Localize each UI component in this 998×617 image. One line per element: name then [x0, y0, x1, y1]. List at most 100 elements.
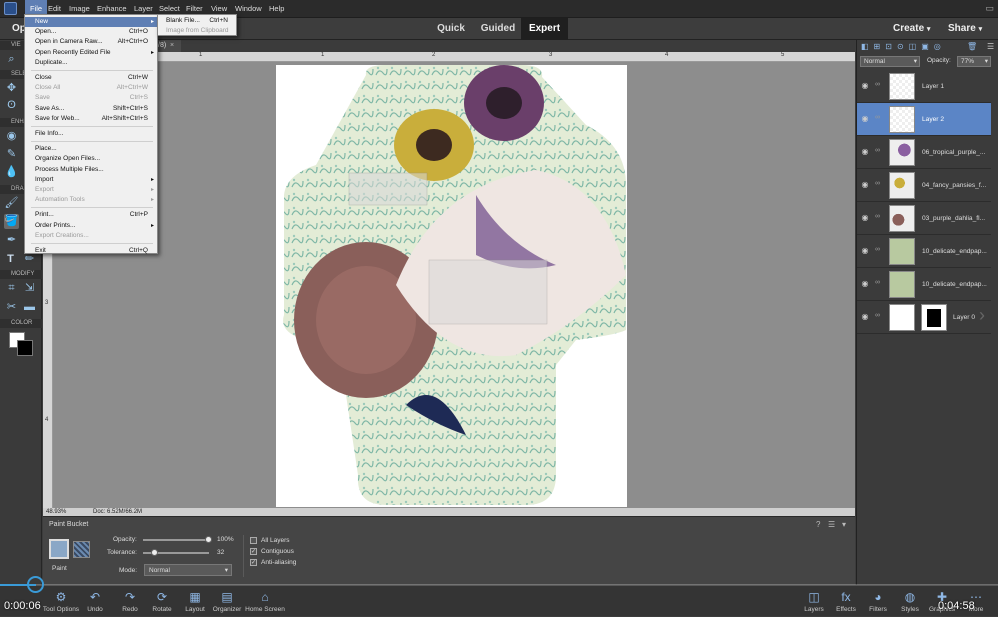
layer-row[interactable]: ◉ ∞ Layer 0	[857, 301, 991, 334]
pattern-fill-option[interactable]	[73, 541, 90, 558]
menu-separator	[31, 141, 153, 143]
link-icon[interactable]: ∞	[875, 213, 880, 220]
eye-tool-icon[interactable]: ◉	[4, 129, 19, 144]
link-icon[interactable]: ∞	[875, 114, 880, 121]
anti-aliasing-checkbox[interactable]: ✓	[250, 559, 257, 566]
file-menu-item[interactable]: Organize Open Files...	[25, 154, 157, 164]
help-icon[interactable]: ?	[816, 520, 820, 529]
content-move-tool-icon[interactable]: ▬	[22, 300, 37, 315]
link-icon[interactable]: ∞	[875, 246, 880, 253]
layer-row[interactable]: ◉ ∞ 03_purple_dahlia_fl...	[857, 202, 991, 235]
window-controls-icon[interactable]: ▭	[985, 3, 994, 14]
eyedropper-tool-icon[interactable]: ✒	[4, 233, 19, 248]
mode-quick[interactable]: Quick	[432, 18, 470, 40]
type-tool-icon[interactable]: T	[3, 252, 18, 267]
file-menu-item[interactable]: Print... Ctrl+P	[25, 210, 157, 220]
zoom-level[interactable]: 48.93%	[46, 508, 66, 516]
layer-row[interactable]: ◉ ∞ 04_fancy_pansies_f...	[857, 169, 991, 202]
visibility-eye-icon[interactable]: ◉	[860, 312, 870, 322]
zoom-tool-icon[interactable]: ⌕	[4, 52, 19, 67]
background-color-swatch[interactable]	[17, 340, 33, 356]
crop-tool-icon[interactable]: ⌗	[4, 281, 19, 296]
video-progress-track[interactable]	[0, 584, 998, 586]
all-layers-checkbox[interactable]	[250, 537, 257, 544]
layer-opacity-field[interactable]: 77% ▾	[957, 56, 991, 67]
file-menu-item[interactable]: Order Prints... ▸	[25, 221, 157, 231]
share-button[interactable]: Share ▾	[948, 18, 982, 40]
layer-row[interactable]: ◉ ∞ Layer 1	[857, 70, 991, 103]
tool-name: Paint Bucket	[49, 521, 89, 528]
layer-name: 03_purple_dahlia_fl...	[922, 215, 986, 222]
file-menu-item[interactable]: Exit Ctrl+Q	[25, 246, 157, 256]
panel-menu-icon[interactable]: ☰	[987, 42, 994, 51]
move-tool-icon[interactable]: ✥	[4, 81, 19, 96]
file-menu-item[interactable]: Process Multiple Files...	[25, 165, 157, 175]
link-icon[interactable]: ∞	[875, 279, 880, 286]
blend-mode-select[interactable]: Normal ▾	[860, 56, 920, 67]
organizer-button[interactable]: ▤ Organizer	[207, 586, 247, 617]
menu-item-label: Export Creations...	[35, 231, 89, 239]
new-submenu-item[interactable]: Blank File... Ctrl+N	[158, 16, 236, 26]
document-tab[interactable]: /8)	[155, 40, 181, 52]
mode-select[interactable]: Normal ▾	[144, 564, 232, 576]
visibility-eye-icon[interactable]: ◉	[860, 246, 870, 256]
contiguous-checkbox[interactable]: ✓	[250, 548, 257, 555]
visibility-eye-icon[interactable]: ◉	[860, 180, 870, 190]
layer-row[interactable]: ◉ ∞ Layer 2	[857, 103, 991, 136]
chevron-right-icon[interactable]: ›	[979, 305, 985, 326]
file-menu-item[interactable]: New ▸	[25, 17, 157, 27]
opacity-slider[interactable]	[143, 536, 212, 543]
tolerance-slider-knob[interactable]	[151, 549, 159, 556]
link-icon[interactable]: ∞	[875, 312, 880, 319]
file-menu-item[interactable]: Close Ctrl+W	[25, 73, 157, 83]
document-canvas[interactable]	[276, 65, 627, 507]
paint-bucket-tool-icon[interactable]: 🪣	[4, 214, 19, 229]
file-menu-item[interactable]: Import ▸	[25, 175, 157, 185]
straighten-tool-icon[interactable]: ✂	[4, 300, 19, 315]
link-icon[interactable]: ∞	[875, 180, 880, 187]
link-icon[interactable]: ∞	[875, 81, 880, 88]
file-menu-item[interactable]: Open in Camera Raw... Alt+Ctrl+O	[25, 37, 157, 47]
visibility-eye-icon[interactable]: ◉	[860, 147, 870, 157]
file-menu-item[interactable]: Duplicate...	[25, 58, 157, 68]
tolerance-slider[interactable]	[143, 549, 209, 556]
file-menu-item[interactable]: Save As... Shift+Ctrl+S	[25, 104, 157, 114]
mode-guided[interactable]: Guided	[477, 18, 519, 40]
file-menu-item[interactable]: Open... Ctrl+O	[25, 27, 157, 37]
paint-fill-option[interactable]	[49, 539, 69, 559]
layer-row[interactable]: ◉ ∞ 10_delicate_endpap...	[857, 235, 991, 268]
canvas-area[interactable]	[53, 62, 855, 508]
layer-row[interactable]: ◉ ∞ 10_delicate_endpap...	[857, 268, 991, 301]
lasso-tool-icon[interactable]: ʘ	[4, 98, 19, 113]
home-screen-button[interactable]: ⌂ Home Screen	[243, 586, 287, 617]
video-scrub-handle[interactable]	[27, 576, 44, 593]
app-logo-icon[interactable]	[4, 2, 17, 15]
opacity-slider-knob[interactable]	[205, 536, 212, 543]
link-icon[interactable]: ∞	[875, 147, 880, 154]
layout-label: Layout	[185, 606, 205, 613]
menu-help[interactable]: Help	[264, 0, 289, 18]
share-label: Share	[948, 23, 976, 34]
file-menu-item[interactable]: Open Recently Edited File ▸	[25, 48, 157, 58]
file-menu-item[interactable]: File Info...	[25, 129, 157, 139]
undo-button[interactable]: ↶ Undo	[75, 586, 115, 617]
layer-mask-thumbnail[interactable]	[921, 304, 947, 331]
mode-expert[interactable]: Expert	[521, 18, 568, 40]
collapse-icon[interactable]: ▾	[842, 520, 846, 529]
create-button[interactable]: Create ▾	[893, 18, 930, 40]
layer-action-icons[interactable]: ◧⊞⊡⊙◫▣◎	[861, 42, 946, 51]
trash-icon[interactable]: 🗑	[967, 42, 977, 51]
layer-row[interactable]: ◉ ∞ 06_tropical_purple_...	[857, 136, 991, 169]
file-menu-item[interactable]: Save for Web... Alt+Shift+Ctrl+S	[25, 114, 157, 124]
options-menu-icon[interactable]: ☰	[828, 520, 835, 529]
recompose-tool-icon[interactable]: ⇲	[22, 281, 37, 296]
visibility-eye-icon[interactable]: ◉	[860, 81, 870, 91]
brush-fix-tool-icon[interactable]: ✎	[4, 147, 19, 162]
brush-tool-icon[interactable]: 🖌	[4, 196, 19, 211]
visibility-eye-icon[interactable]: ◉	[860, 279, 870, 289]
visibility-eye-icon[interactable]: ◉	[860, 114, 870, 124]
drop-tool-icon[interactable]: 💧	[4, 165, 19, 180]
file-menu-item[interactable]: Place...	[25, 144, 157, 154]
tab-close-icon[interactable]: ×	[170, 40, 174, 52]
visibility-eye-icon[interactable]: ◉	[860, 213, 870, 223]
